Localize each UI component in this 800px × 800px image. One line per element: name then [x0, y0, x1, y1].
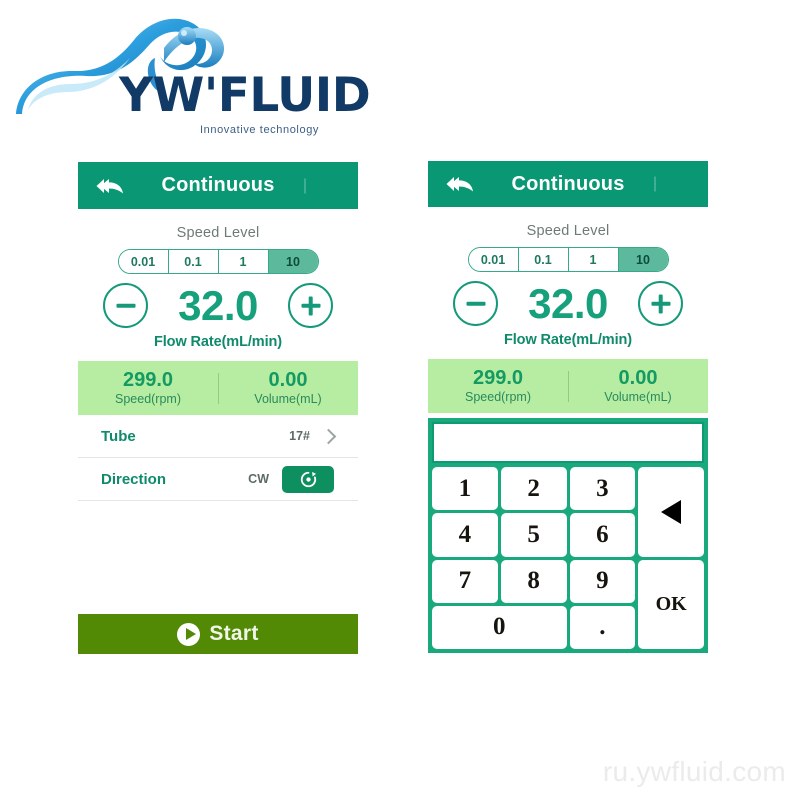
key-1[interactable]: 1	[432, 467, 498, 511]
readout-band: 299.0 Speed(rpm) 0.00 Volume(mL)	[428, 359, 708, 413]
speed-value: 299.0	[122, 369, 174, 391]
speed-label: Speed(rpm)	[465, 390, 531, 404]
volume-label: Volume(mL)	[604, 390, 672, 404]
settings-row-direction[interactable]: Direction CW	[78, 458, 358, 501]
key-5[interactable]: 5	[500, 513, 567, 557]
chevron-right-icon[interactable]	[320, 428, 337, 444]
keypad-grid: 1 2 3 4 5 6 7 8 9 OK 0 .	[432, 467, 704, 649]
double-chevron-back-icon[interactable]	[446, 173, 476, 195]
volume-value: 0.00	[618, 367, 658, 389]
direction-label: Direction	[101, 470, 167, 488]
flow-rate-value[interactable]: 32.0	[164, 284, 272, 327]
volume-label: Volume(mL)	[254, 392, 322, 406]
start-label: Start	[209, 622, 259, 645]
numeric-keypad: 1 2 3 4 5 6 7 8 9 OK 0 .	[428, 418, 708, 653]
speed-level-option-3[interactable]: 10	[618, 248, 668, 271]
key-2[interactable]: 2	[500, 467, 567, 511]
key-backspace[interactable]	[638, 467, 704, 557]
brand-logo: YW'FLUID Innovative technology	[14, 14, 371, 136]
backspace-triangle-icon	[661, 499, 682, 524]
panel-header-right: Continuous	[428, 161, 708, 207]
menu-divider-icon	[304, 178, 306, 193]
speed-level-option-1[interactable]: 0.1	[518, 248, 569, 271]
key-0[interactable]: 0	[432, 605, 567, 649]
start-button[interactable]: Start	[78, 614, 358, 654]
speed-readout: 299.0 Speed(rpm)	[78, 369, 218, 407]
readout-divider	[568, 371, 570, 402]
speed-label: Speed(rpm)	[115, 392, 181, 406]
key-4[interactable]: 4	[432, 513, 498, 557]
key-decimal[interactable]: .	[569, 605, 636, 649]
direction-value: CW	[248, 472, 269, 486]
tube-value: 17#	[289, 429, 310, 443]
panel-header-left: Continuous	[78, 162, 358, 209]
flow-rate-caption: Flow Rate(mL/min)	[504, 332, 632, 348]
flow-rate-stepper: 32.0	[78, 283, 358, 328]
speed-readout: 299.0 Speed(rpm)	[428, 367, 568, 405]
minus-circle-icon[interactable]	[453, 281, 498, 326]
settings-row-tube[interactable]: Tube 17#	[78, 415, 358, 458]
volume-readout: 0.00 Volume(mL)	[218, 369, 358, 407]
flow-rate-caption: Flow Rate(mL/min)	[154, 334, 282, 350]
speed-value: 299.0	[472, 367, 524, 389]
plus-circle-icon[interactable]	[288, 283, 333, 328]
tube-label: Tube	[101, 427, 136, 445]
menu-divider-icon	[654, 176, 656, 192]
speed-level-segmented-control[interactable]: 0.01 0.1 1 10	[117, 249, 319, 274]
volume-readout: 0.00 Volume(mL)	[568, 367, 708, 405]
panel-title: Continuous	[161, 174, 275, 196]
readout-divider	[218, 373, 220, 404]
key-8[interactable]: 8	[500, 559, 567, 603]
volume-value: 0.00	[268, 369, 308, 391]
key-7[interactable]: 7	[432, 559, 498, 603]
flow-rate-stepper: 32.0	[428, 281, 708, 326]
site-watermark: ru.ywfluid.com	[602, 756, 786, 787]
speed-level-segmented-control[interactable]: 0.01 0.1 1 10	[467, 247, 669, 272]
panel-title: Continuous	[511, 172, 625, 195]
brand-tagline: Innovative technology	[200, 124, 320, 136]
continuous-keypad-panel: Continuous Speed Level 0.01 0.1 1 10 32.…	[428, 161, 708, 653]
speed-level-label: Speed Level	[526, 223, 610, 239]
key-6[interactable]: 6	[569, 513, 636, 557]
key-3[interactable]: 3	[569, 467, 636, 511]
key-ok[interactable]: OK	[638, 559, 704, 649]
play-circle-icon	[177, 622, 201, 646]
readout-band: 299.0 Speed(rpm) 0.00 Volume(mL)	[78, 361, 358, 415]
continuous-settings-panel: Continuous Speed Level 0.01 0.1 1 10 32.…	[78, 162, 358, 654]
double-chevron-back-icon[interactable]	[96, 175, 126, 197]
speed-level-option-0[interactable]: 0.01	[468, 248, 519, 271]
rotate-cw-icon[interactable]	[282, 465, 334, 493]
speed-level-option-3[interactable]: 10	[268, 250, 318, 273]
speed-level-option-0[interactable]: 0.01	[118, 250, 169, 273]
speed-level-label: Speed Level	[176, 225, 260, 241]
speed-level-option-2[interactable]: 1	[218, 250, 269, 273]
brand-wordmark: YW'FLUID	[119, 68, 371, 123]
flow-rate-value[interactable]: 32.0	[514, 282, 622, 325]
keypad-input[interactable]	[432, 422, 704, 463]
minus-circle-icon[interactable]	[103, 283, 148, 328]
speed-level-option-1[interactable]: 0.1	[168, 250, 219, 273]
key-9[interactable]: 9	[569, 559, 636, 603]
speed-level-option-2[interactable]: 1	[568, 248, 619, 271]
plus-circle-icon[interactable]	[638, 281, 683, 326]
